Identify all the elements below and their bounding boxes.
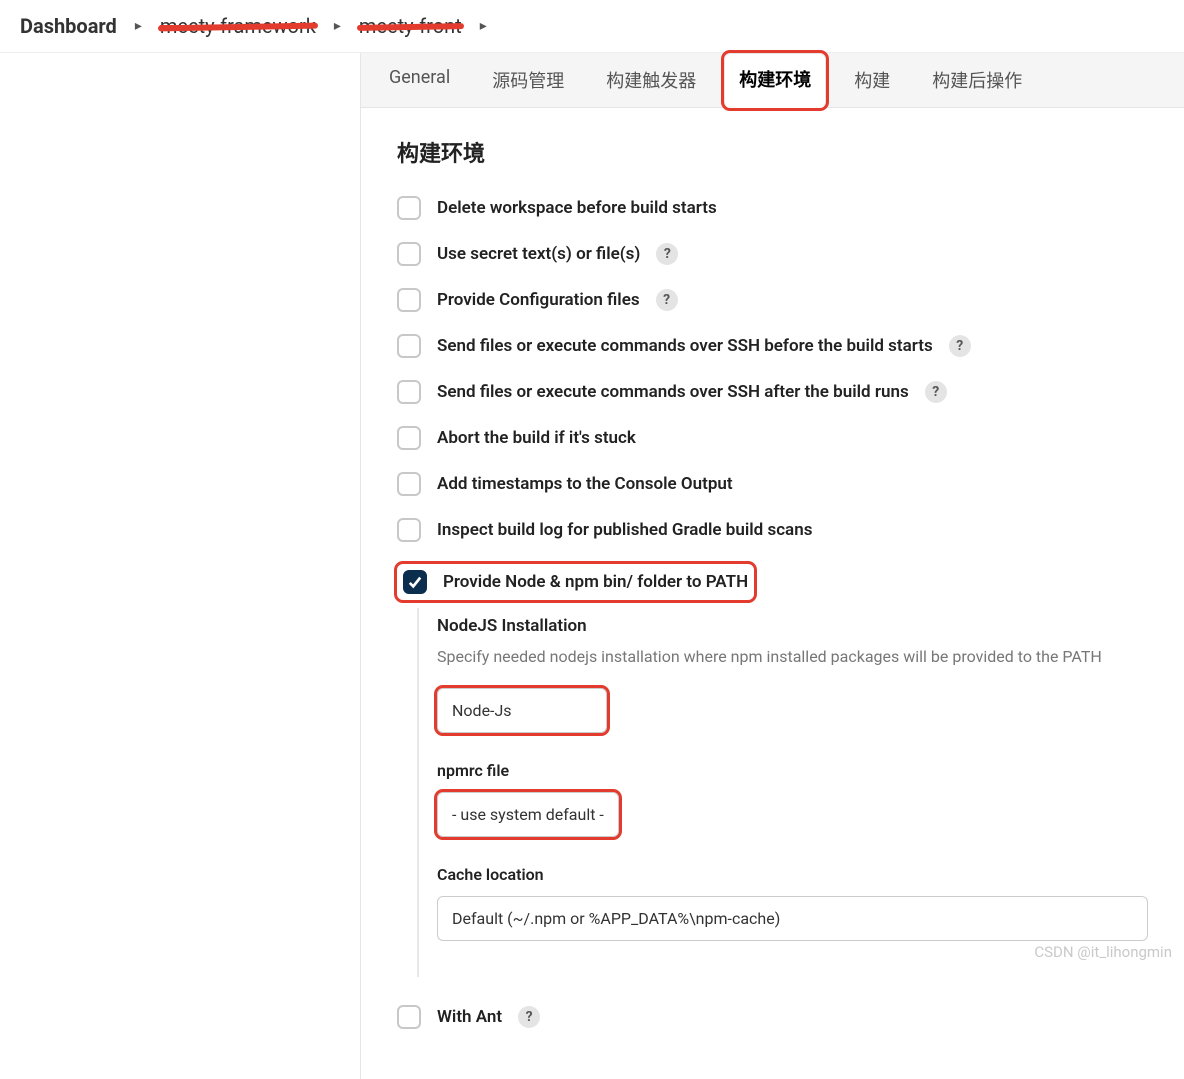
- crumb-framework[interactable]: meety-framework: [160, 14, 316, 38]
- checkbox-config-files[interactable]: [397, 288, 421, 312]
- section-title: 构建环境: [397, 136, 1148, 168]
- tab-trigger[interactable]: 构建触发器: [592, 53, 710, 107]
- label-with-ant: With Ant: [437, 1007, 502, 1027]
- checkbox-node-path[interactable]: [403, 570, 427, 594]
- tab-general[interactable]: General: [375, 53, 464, 107]
- label-gradle-scans: Inspect build log for published Gradle b…: [437, 520, 812, 540]
- label-delete-ws: Delete workspace before build starts: [437, 198, 717, 218]
- label-abort-stuck: Abort the build if it's stuck: [437, 428, 636, 448]
- label-config-files: Provide Configuration files: [437, 290, 640, 310]
- npmrc-label: npmrc file: [437, 761, 1148, 780]
- tabs: General 源码管理 构建触发器 构建环境 构建 构建后操作: [361, 53, 1184, 108]
- node-install-title: NodeJS Installation: [437, 616, 1148, 636]
- label-ssh-before: Send files or execute commands over SSH …: [437, 336, 933, 356]
- checkbox-delete-ws[interactable]: [397, 196, 421, 220]
- node-path-row: Provide Node & npm bin/ folder to PATH: [397, 564, 754, 600]
- npmrc-select[interactable]: - use system default -: [437, 792, 619, 837]
- chevron-right-icon: ▸: [135, 18, 142, 34]
- node-sub-section: NodeJS Installation Specify needed nodej…: [417, 608, 1148, 977]
- checkbox-ssh-before[interactable]: [397, 334, 421, 358]
- checkbox-with-ant[interactable]: [397, 1005, 421, 1029]
- chevron-right-icon: ▸: [480, 18, 487, 34]
- breadcrumb: Dashboard ▸ meety-framework ▸ meety-fron…: [0, 0, 1184, 53]
- label-node-path: Provide Node & npm bin/ folder to PATH: [443, 572, 748, 592]
- check-icon: [408, 575, 422, 589]
- help-icon[interactable]: ?: [656, 243, 678, 265]
- watermark: CSDN @it_lihongmin: [1034, 943, 1172, 961]
- node-install-desc: Specify needed nodejs installation where…: [437, 646, 1148, 668]
- tab-build[interactable]: 构建: [840, 53, 904, 107]
- label-secret: Use secret text(s) or file(s): [437, 244, 640, 264]
- node-install-select[interactable]: Node-Js: [437, 688, 607, 733]
- checkbox-secret[interactable]: [397, 242, 421, 266]
- help-icon[interactable]: ?: [925, 381, 947, 403]
- label-timestamps: Add timestamps to the Console Output: [437, 474, 733, 494]
- chevron-right-icon: ▸: [334, 18, 341, 34]
- checkbox-timestamps[interactable]: [397, 472, 421, 496]
- checkbox-abort-stuck[interactable]: [397, 426, 421, 450]
- label-ssh-after: Send files or execute commands over SSH …: [437, 382, 909, 402]
- help-icon[interactable]: ?: [656, 289, 678, 311]
- tab-source[interactable]: 源码管理: [478, 53, 578, 107]
- help-icon[interactable]: ?: [518, 1006, 540, 1028]
- tab-post-build[interactable]: 构建后操作: [918, 53, 1036, 107]
- checkbox-ssh-after[interactable]: [397, 380, 421, 404]
- sidebar-spacer: [0, 53, 360, 1079]
- cache-label: Cache location: [437, 865, 1148, 884]
- crumb-project[interactable]: meety-front: [359, 14, 462, 38]
- cache-select[interactable]: Default (~/.npm or %APP_DATA%\npm-cache): [437, 896, 1148, 941]
- tab-build-env[interactable]: 构建环境: [724, 53, 826, 108]
- checkbox-gradle-scans[interactable]: [397, 518, 421, 542]
- crumb-dashboard[interactable]: Dashboard: [20, 14, 117, 38]
- help-icon[interactable]: ?: [949, 335, 971, 357]
